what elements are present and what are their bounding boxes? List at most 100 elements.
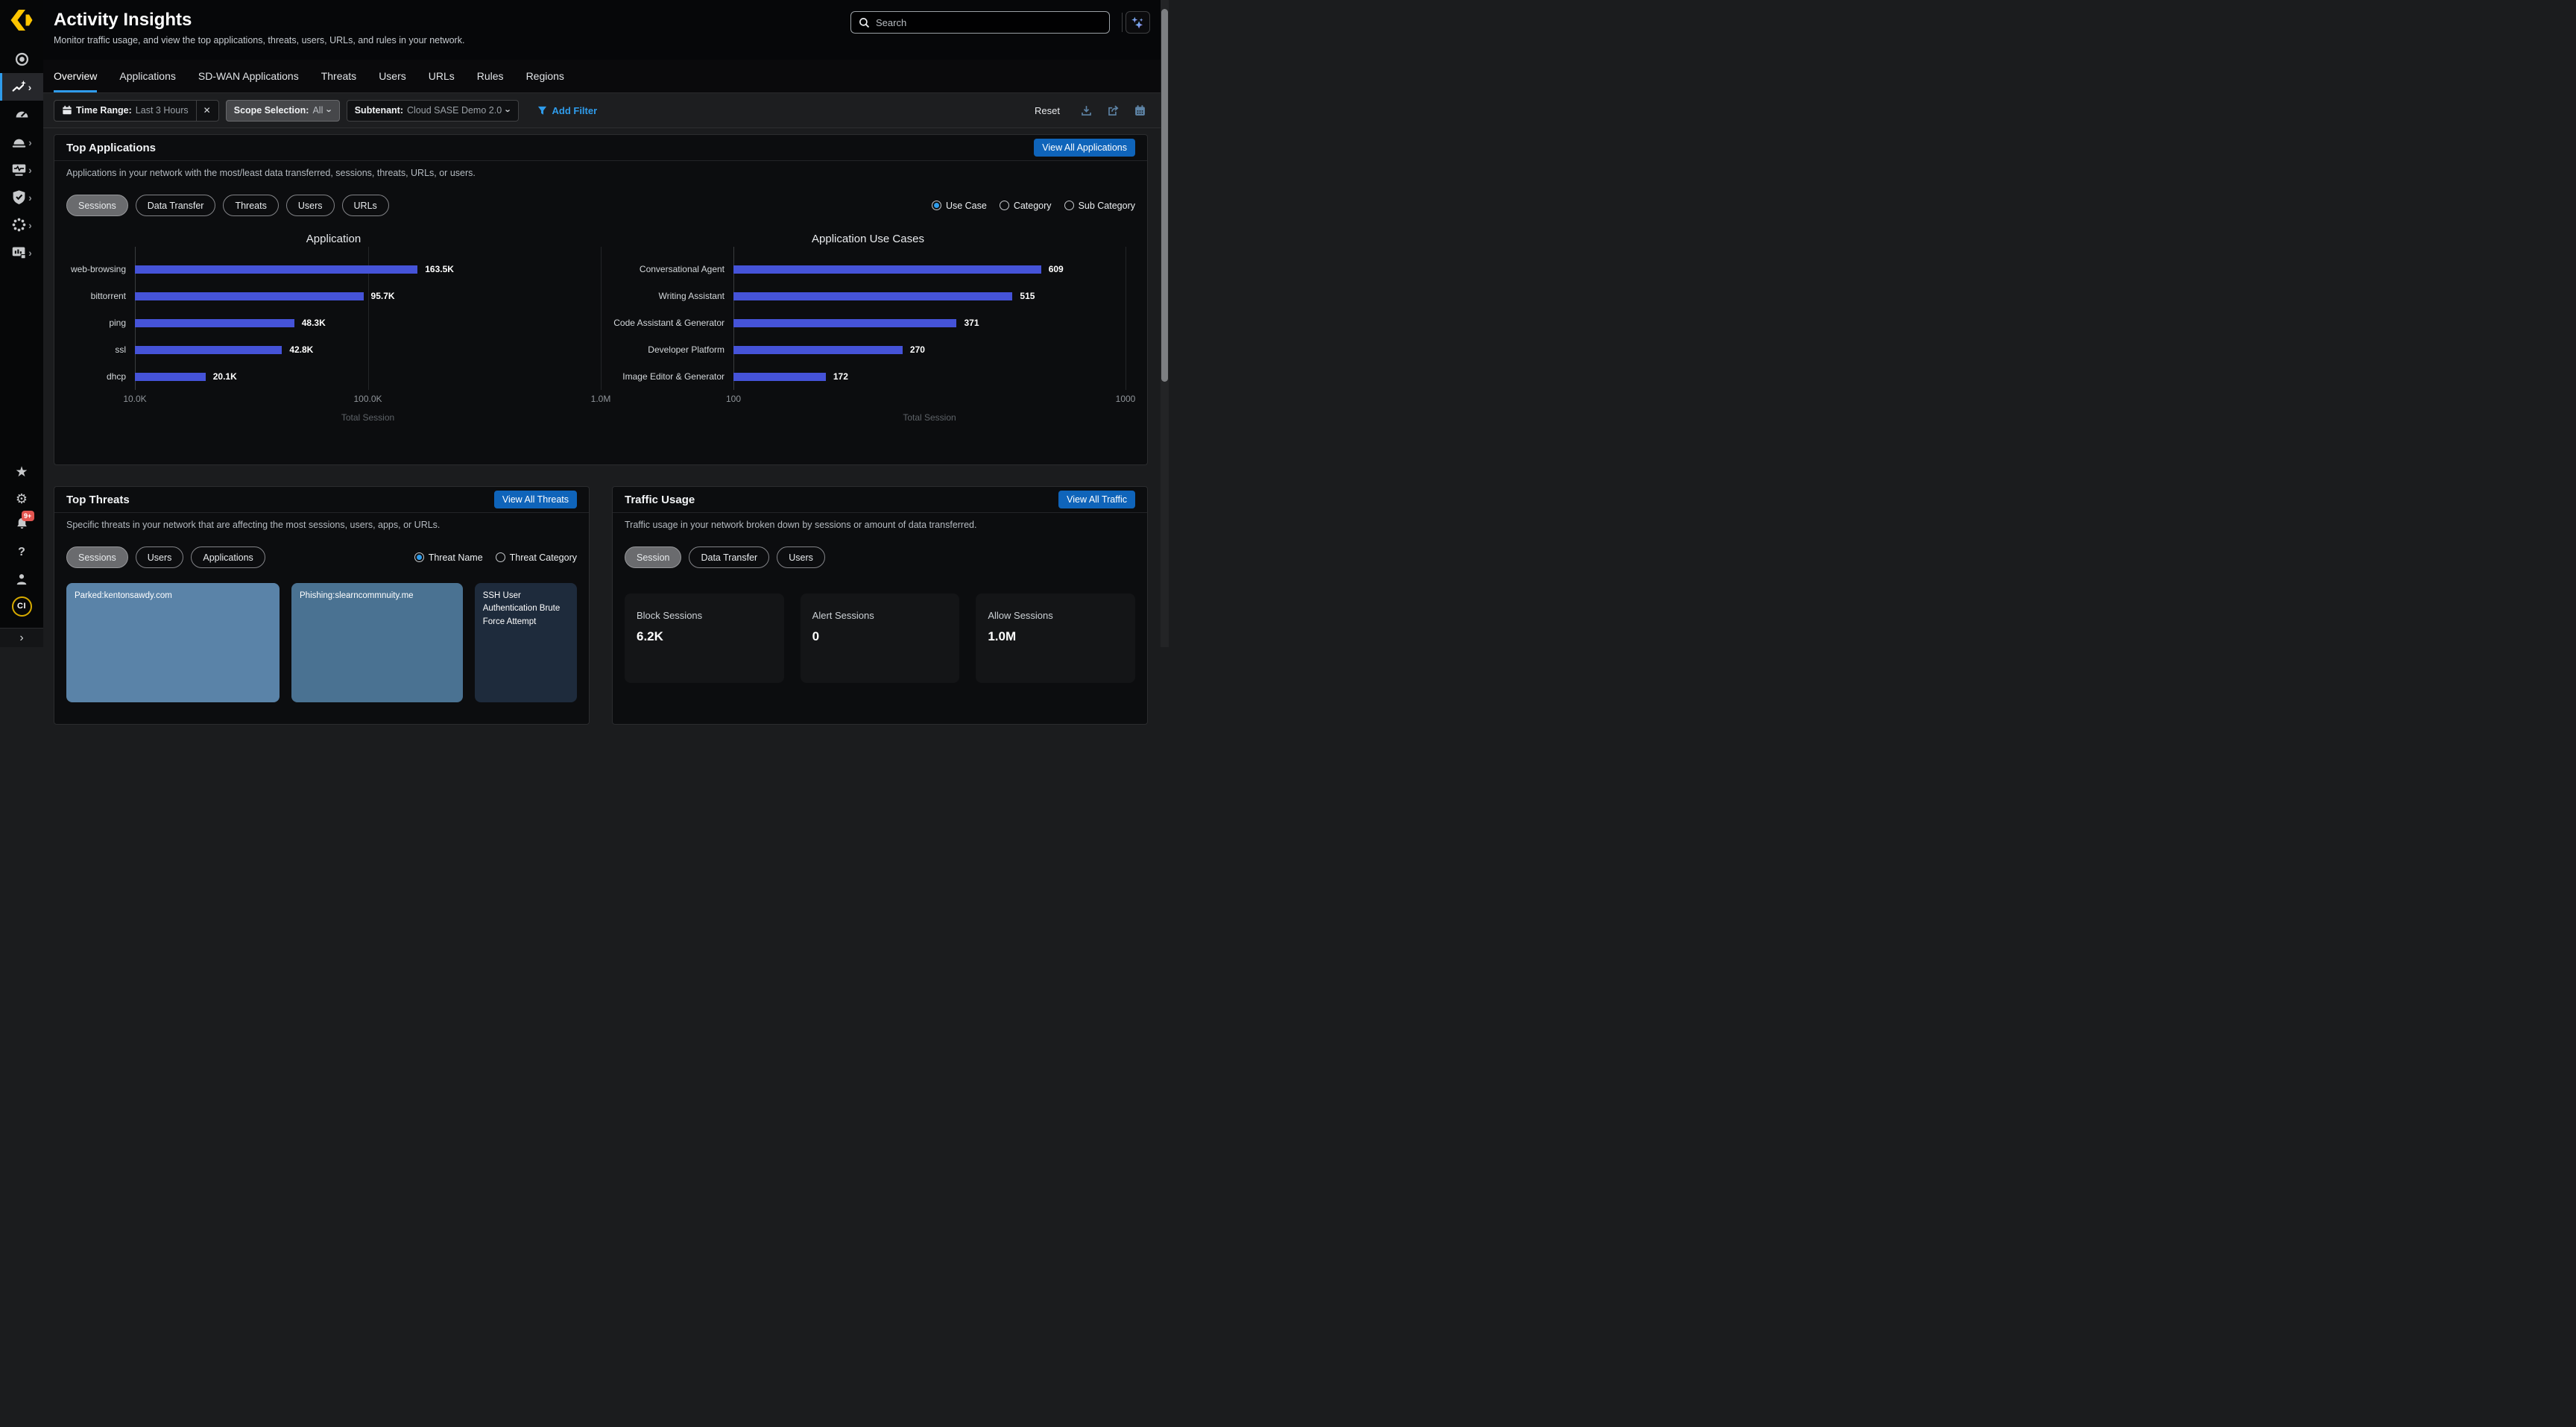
filter-chip-subtenant[interactable]: Subtenant: Cloud SASE Demo 2.0 › [347, 100, 519, 122]
pill-threats[interactable]: Threats [223, 195, 278, 216]
filter-bar-actions: Reset [1035, 104, 1158, 117]
chart-category-label: Writing Assistant [601, 283, 733, 309]
pill-data-transfer[interactable]: Data Transfer [136, 195, 216, 216]
chart-tick-label: 10.0K [123, 394, 146, 404]
radio-category[interactable]: Category [1000, 201, 1052, 211]
chart-bar[interactable] [135, 292, 364, 300]
pill-sessions[interactable]: Sessions [66, 546, 128, 568]
add-filter-button[interactable]: Add Filter [537, 105, 598, 116]
pill-urls[interactable]: URLs [342, 195, 389, 216]
stat-label: Block Sessions [637, 610, 772, 621]
chart-bar[interactable] [733, 346, 903, 354]
tab-threats[interactable]: Threats [321, 60, 356, 92]
sidebar-item-activity-insights[interactable]: › [0, 73, 43, 101]
sidebar-item-reports[interactable]: › [0, 239, 43, 266]
threat-tile-phishing-slearncommnuity-me[interactable]: Phishing:slearncommnuity.me [291, 583, 463, 702]
sidebar-item-alerts[interactable]: › [0, 128, 43, 156]
chart-controls: Sessions Users Applications Threat Name Thr… [66, 546, 577, 568]
pill-session[interactable]: Session [625, 546, 681, 568]
chart-bar[interactable] [733, 373, 826, 381]
sidebar-item-security[interactable]: › [0, 183, 43, 211]
export-button[interactable] [1107, 104, 1120, 117]
tab-regions[interactable]: Regions [526, 60, 564, 92]
chart-bar[interactable] [135, 319, 294, 327]
filter-chip-time-range[interactable]: Time Range: Last 3 Hours ✕ [54, 100, 219, 122]
scrollbar-thumb[interactable] [1161, 9, 1168, 382]
chart-value-label: 172 [833, 371, 848, 382]
favorites-button[interactable]: ★ [0, 459, 43, 485]
chart-value-label: 609 [1049, 264, 1064, 274]
threat-tile-ssh-user-authentication-brute-[interactable]: SSH User Authentication Brute Force Atte… [475, 583, 577, 702]
chart-bar[interactable] [733, 319, 956, 327]
radio-dot-icon [1000, 201, 1009, 210]
tab-rules[interactable]: Rules [477, 60, 504, 92]
pill-sessions[interactable]: Sessions [66, 195, 128, 216]
tab-applications[interactable]: Applications [119, 60, 176, 92]
chart-category-label: Code Assistant & Generator [601, 309, 733, 336]
pill-users[interactable]: Users [136, 546, 184, 568]
chart-bar-row: 20.1K [135, 363, 601, 390]
global-search[interactable] [850, 11, 1110, 34]
filter-label: Subtenant: [355, 105, 403, 116]
chart-value-label: 95.7K [371, 291, 395, 301]
download-button[interactable] [1080, 104, 1093, 117]
pill-users[interactable]: Users [286, 195, 335, 216]
tenant-avatar-button[interactable]: CI [0, 593, 43, 620]
pill-applications[interactable]: Applications [191, 546, 265, 568]
chart-bar[interactable] [135, 373, 206, 381]
threats-treemap: Parked:kentonsawdy.comPhishing:slearncom… [66, 583, 577, 702]
card-header: Top Applications View All Applications [54, 135, 1147, 161]
chart-bar-row: 371 [733, 309, 1126, 336]
person-icon [14, 572, 29, 587]
chart-bar[interactable] [733, 265, 1041, 274]
stat-label: Allow Sessions [988, 610, 1123, 621]
view-all-applications-button[interactable]: View All Applications [1034, 139, 1135, 157]
tab-urls[interactable]: URLs [429, 60, 455, 92]
sidebar-item-monitor[interactable]: › [0, 156, 43, 183]
radio-threat-name[interactable]: Threat Name [414, 552, 483, 563]
tab-users[interactable]: Users [379, 60, 406, 92]
ai-sparkles-icon [1131, 16, 1145, 30]
chart-plot-area: 163.5K95.7K48.3K42.8K20.1K [135, 247, 601, 390]
remove-time-range-filter-button[interactable]: ✕ [196, 101, 211, 121]
view-all-traffic-button[interactable]: View All Traffic [1058, 491, 1135, 508]
chart-gridline [601, 247, 602, 390]
schedule-button[interactable] [1134, 104, 1146, 117]
tab-overview[interactable]: Overview [54, 60, 97, 92]
card-description: Traffic usage in your network broken dow… [625, 520, 1135, 530]
card-header: Traffic Usage View All Traffic [613, 487, 1147, 513]
sidebar-expand-button[interactable]: › [0, 628, 43, 647]
settings-button[interactable]: ⚙ [0, 485, 43, 512]
add-filter-label: Add Filter [552, 105, 598, 116]
user-button[interactable] [0, 566, 43, 593]
brand-logo-icon[interactable] [10, 8, 34, 32]
sidebar-item-scope[interactable] [0, 45, 43, 73]
tab-sd-wan-applications[interactable]: SD-WAN Applications [198, 60, 299, 92]
pill-data-transfer[interactable]: Data Transfer [689, 546, 769, 568]
application-bar-chart: Application web-browsingbittorrentpingss… [66, 222, 601, 423]
filter-label: Time Range: [76, 105, 132, 116]
radio-use-case[interactable]: Use Case [932, 201, 987, 211]
notifications-button[interactable]: 9+ [0, 512, 43, 539]
search-icon [859, 17, 870, 28]
filter-chip-scope-selection[interactable]: Scope Selection: All › [226, 100, 340, 122]
ai-assistant-button[interactable] [1126, 11, 1150, 34]
chart-bar-row: 163.5K [135, 256, 601, 283]
view-all-threats-button[interactable]: View All Threats [494, 491, 577, 508]
chart-bar[interactable] [135, 346, 282, 354]
threat-tile-parked-kentonsawdy-com[interactable]: Parked:kentonsawdy.com [66, 583, 280, 702]
main-area: Activity Insights Monitor traffic usage,… [43, 0, 1169, 647]
chart-value-label: 20.1K [213, 371, 237, 382]
chart-bar[interactable] [733, 292, 1012, 300]
search-input[interactable] [876, 17, 1102, 28]
chart-bar[interactable] [135, 265, 417, 274]
radio-threat-category[interactable]: Threat Category [496, 552, 577, 563]
radio-label: Threat Category [510, 552, 577, 563]
sidebar-item-dashboard[interactable] [0, 101, 43, 128]
radio-sub-category[interactable]: Sub Category [1064, 201, 1135, 211]
chart-value-label: 515 [1020, 291, 1035, 301]
sidebar-item-sase[interactable]: › [0, 211, 43, 239]
pill-users[interactable]: Users [777, 546, 825, 568]
reset-button[interactable]: Reset [1035, 105, 1060, 116]
help-button[interactable]: ? [0, 539, 43, 566]
